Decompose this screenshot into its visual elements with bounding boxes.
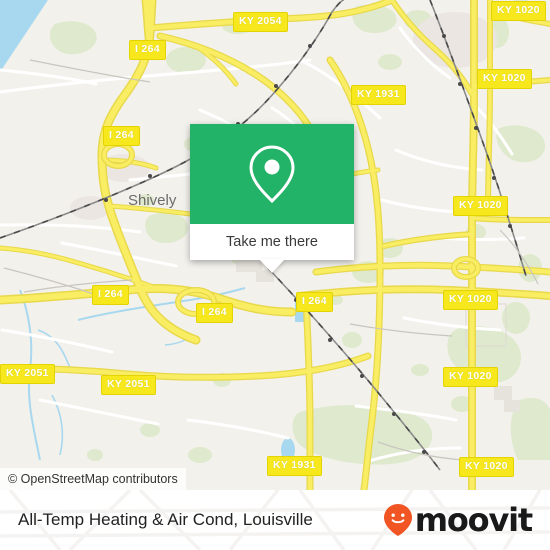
place-label: Shively: [128, 192, 177, 209]
moovit-pin-smile-icon: [383, 504, 412, 536]
road-shield: KY 1931: [267, 456, 322, 476]
moovit-brand[interactable]: moovit: [383, 501, 533, 539]
map-canvas[interactable]: Shively KY 2054 KY 1020 I 264 KY 1020 KY 193…: [0, 0, 550, 490]
road-shield: KY 2051: [101, 375, 156, 395]
road-shield: KY 2054: [233, 12, 288, 32]
popup-image-panel: [190, 124, 354, 224]
road-shield: KY 1931: [351, 85, 406, 105]
road-shield: KY 1020: [453, 196, 508, 216]
road-shield: I 264: [196, 303, 233, 323]
road-shield: KY 1020: [443, 290, 498, 310]
popup-action-bar[interactable]: Take me there: [190, 224, 354, 273]
map-pin-icon: [249, 145, 295, 204]
road-shield: KY 1020: [491, 1, 546, 21]
road-shield: KY 1020: [459, 457, 514, 477]
location-popup-card[interactable]: Take me there: [190, 124, 354, 273]
road-shield: KY 1020: [443, 367, 498, 387]
moovit-wordmark: moovit: [414, 501, 533, 539]
popup-pointer-tail: [259, 259, 285, 273]
road-shield: I 264: [92, 285, 129, 305]
map-screenshot: Shively KY 2054 KY 1020 I 264 KY 1020 KY 193…: [0, 0, 550, 550]
map-attribution[interactable]: © OpenStreetMap contributors: [0, 468, 186, 490]
road-shield: KY 1020: [477, 69, 532, 89]
road-shield: I 264: [103, 126, 140, 146]
road-shield: I 264: [296, 292, 333, 312]
place-title: All-Temp Heating & Air Cond, Louisville: [18, 510, 313, 529]
road-shield: KY 2051: [0, 364, 55, 384]
take-me-there-label: Take me there: [226, 234, 318, 250]
footer-bar: All-Temp Heating & Air Cond, Louisville …: [0, 490, 550, 550]
road-shield: I 264: [129, 40, 166, 60]
